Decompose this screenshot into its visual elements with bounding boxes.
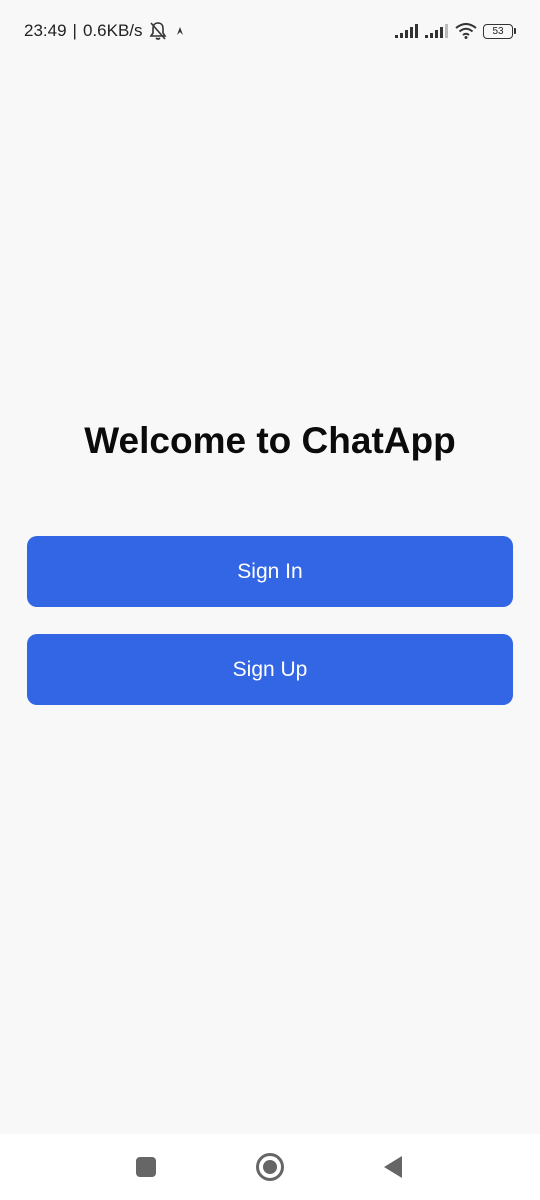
- battery-level: 53: [483, 23, 513, 39]
- home-icon: [256, 1153, 284, 1181]
- status-separator: |: [72, 21, 77, 40]
- recents-button[interactable]: [124, 1145, 168, 1189]
- back-button[interactable]: [371, 1145, 415, 1189]
- arrow-icon: [173, 24, 187, 38]
- welcome-title: Welcome to ChatApp: [84, 420, 456, 461]
- navigation-bar: [0, 1134, 540, 1200]
- battery-tip: [514, 28, 516, 34]
- status-time: 23:49: [24, 21, 67, 40]
- sign-up-button[interactable]: Sign Up: [27, 634, 513, 705]
- recents-icon: [136, 1157, 156, 1177]
- status-bar: 23:49 | 0.6KB/s 53: [0, 0, 540, 62]
- signal-sim2-icon: [425, 24, 449, 38]
- sign-in-button[interactable]: Sign In: [27, 536, 513, 607]
- home-button[interactable]: [248, 1145, 292, 1189]
- signal-sim1-icon: [395, 24, 419, 38]
- back-icon: [384, 1156, 402, 1178]
- wifi-icon: [455, 23, 477, 39]
- battery-icon: 53: [483, 23, 516, 39]
- app-screen: 23:49 | 0.6KB/s 53 Welcome to ChatApp Si…: [0, 0, 540, 1200]
- status-right: 53: [395, 23, 516, 39]
- notifications-off-icon: [149, 21, 167, 41]
- status-left: 23:49 | 0.6KB/s: [24, 21, 187, 41]
- network-speed: 0.6KB/s: [82, 21, 143, 40]
